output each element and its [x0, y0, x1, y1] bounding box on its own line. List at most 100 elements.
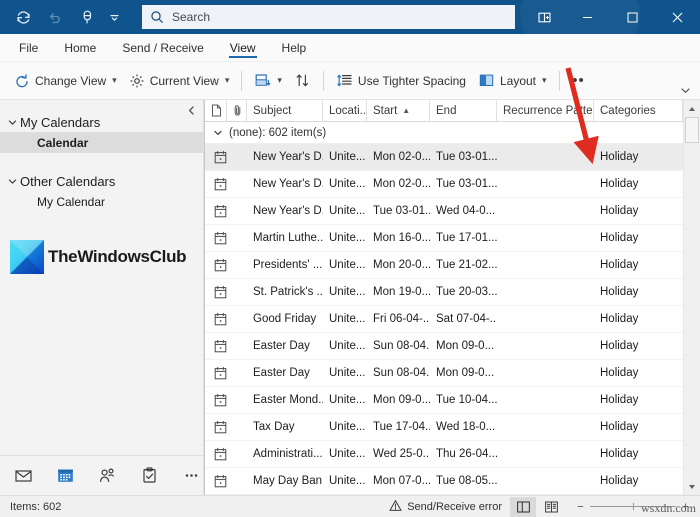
start-cell: Tue 03-01... — [367, 198, 430, 224]
module-navigation-bar — [0, 455, 203, 495]
column-header-row: Subject Locati... Start ▲ End — [205, 100, 683, 122]
table-row[interactable]: Presidents' ...Unite...Mon 20-0...Tue 21… — [205, 252, 683, 279]
appointment-icon — [205, 306, 227, 332]
end-column-header[interactable]: End — [430, 100, 497, 121]
sidebar-item-calendar-label: Calendar — [37, 136, 88, 150]
table-row[interactable]: Easter Mond...Unite...Mon 09-0...Tue 10-… — [205, 387, 683, 414]
location-column-header[interactable]: Locati... — [323, 100, 367, 121]
location-cell: Unite... — [323, 252, 367, 278]
table-row[interactable]: New Year's D...Unite...Mon 02-0...Tue 03… — [205, 171, 683, 198]
layout-button[interactable]: Layout ▾ — [472, 68, 553, 94]
collapse-sidebar-button[interactable] — [183, 102, 199, 118]
table-row[interactable]: St. Patrick's ...Unite...Mon 19-0...Tue … — [205, 279, 683, 306]
start-cell: Mon 16-0... — [367, 225, 430, 251]
table-row[interactable]: New Year's D...Unite...Mon 02-0...Tue 03… — [205, 144, 683, 171]
group-header-row[interactable]: (none): 602 item(s) — [205, 122, 683, 144]
attachment-column-header[interactable] — [227, 100, 247, 121]
maximize-icon[interactable] — [610, 0, 655, 34]
mail-module-icon[interactable] — [12, 464, 36, 488]
vertical-scrollbar[interactable] — [683, 100, 700, 495]
location-cell: Unite... — [323, 441, 367, 467]
tab-send-receive[interactable]: Send / Receive — [109, 34, 216, 61]
categories-cell: Holiday — [594, 171, 683, 197]
end-cell: Mon 09-0... — [430, 333, 497, 359]
window-controls — [523, 0, 700, 34]
restore-down-icon[interactable] — [523, 0, 565, 34]
tab-view[interactable]: View — [217, 34, 269, 61]
location-column-header-label: Locati... — [329, 105, 367, 117]
close-icon[interactable] — [655, 0, 700, 34]
people-module-icon[interactable] — [96, 464, 120, 488]
send-receive-error-button[interactable]: Send/Receive error — [383, 499, 508, 515]
table-row[interactable]: Administrati...Unite...Wed 25-0...Thu 26… — [205, 441, 683, 468]
tab-home[interactable]: Home — [51, 34, 109, 61]
search-icon — [150, 10, 164, 24]
gear-icon — [129, 73, 145, 89]
categories-column-header[interactable]: Categories — [594, 100, 683, 121]
scroll-up-icon[interactable] — [684, 100, 700, 117]
start-cell: Mon 07-0... — [367, 468, 430, 494]
tab-file[interactable]: File — [6, 34, 51, 61]
scroll-down-icon[interactable] — [684, 478, 700, 495]
zoom-out-button[interactable]: − — [576, 501, 585, 513]
table-row[interactable]: Easter DayUnite...Sun 08-04...Mon 09-0..… — [205, 360, 683, 387]
scrollbar-thumb[interactable] — [685, 117, 699, 143]
reading-view-icon[interactable] — [538, 497, 564, 517]
calendar-module-icon[interactable] — [54, 464, 78, 488]
table-row[interactable]: Easter DayUnite...Sun 08-04...Mon 09-0..… — [205, 333, 683, 360]
reverse-sort-button[interactable] — [288, 68, 317, 94]
table-row[interactable]: Good FridayUnite...Fri 06-04-...Sat 07-0… — [205, 306, 683, 333]
start-cell: Mon 20-0... — [367, 252, 430, 278]
tasks-module-icon[interactable] — [137, 464, 161, 488]
start-cell: Sun 08-04... — [367, 360, 430, 386]
more-commands-button[interactable]: •• — [566, 69, 592, 93]
sidebar-item-my-calendar[interactable]: My Calendar — [0, 191, 203, 212]
undo-icon[interactable] — [40, 4, 70, 30]
end-cell: Tue 08-05... — [430, 468, 497, 494]
collapse-ribbon-button[interactable] — [679, 84, 692, 97]
start-column-header-label: Start — [373, 105, 397, 117]
use-tighter-spacing-button[interactable]: Use Tighter Spacing — [330, 68, 472, 94]
normal-view-icon[interactable] — [510, 497, 536, 517]
search-input[interactable]: Search — [142, 5, 515, 29]
touch-mode-icon[interactable] — [72, 4, 102, 30]
table-row[interactable]: New Year's D...Unite...Tue 03-01...Wed 0… — [205, 198, 683, 225]
items-count-label: Items: 602 — [10, 501, 61, 513]
message-preview-icon — [254, 72, 271, 89]
subject-cell: Martin Luthe... — [247, 225, 323, 251]
change-view-button[interactable]: Change View ▾ — [8, 68, 123, 94]
subject-column-header[interactable]: Subject — [247, 100, 323, 121]
appointment-icon — [205, 198, 227, 224]
item-type-column-header[interactable] — [205, 100, 227, 121]
location-cell: Unite... — [323, 279, 367, 305]
scrollbar-track[interactable] — [684, 117, 700, 478]
outlook-window: Search File Home Send / Rece — [0, 0, 700, 517]
location-cell: Unite... — [323, 198, 367, 224]
table-row[interactable]: May Day Ban...Unite...Mon 07-0...Tue 08-… — [205, 468, 683, 495]
minimize-icon[interactable] — [565, 0, 610, 34]
table-row[interactable]: Martin Luthe...Unite...Mon 16-0...Tue 17… — [205, 225, 683, 252]
warning-icon — [389, 499, 402, 515]
start-column-header[interactable]: Start ▲ — [367, 100, 430, 121]
recurrence-cell — [497, 360, 594, 386]
end-cell: Tue 10-04... — [430, 387, 497, 413]
appointment-list-pane: Subject Locati... Start ▲ End — [204, 100, 700, 495]
attachment-cell — [227, 387, 247, 413]
quick-access-more-icon[interactable] — [104, 4, 124, 30]
layout-label: Layout — [500, 74, 536, 88]
recurrence-pattern-column-header[interactable]: Recurrence Pattern — [497, 100, 594, 121]
attachment-cell — [227, 252, 247, 278]
more-modules-icon[interactable] — [179, 464, 203, 488]
change-view-icon — [14, 73, 30, 89]
current-view-button[interactable]: Current View ▾ — [123, 68, 236, 94]
sync-icon[interactable] — [8, 4, 38, 30]
sidebar-item-calendar[interactable]: Calendar — [0, 132, 203, 153]
message-preview-button[interactable]: ▾ — [248, 68, 288, 94]
sort-ascending-icon: ▲ — [402, 106, 410, 115]
group-other-calendars[interactable]: Other Calendars — [0, 171, 203, 191]
appointment-icon — [205, 279, 227, 305]
tab-help[interactable]: Help — [269, 34, 320, 61]
table-row[interactable]: Tax DayUnite...Tue 17-04...Wed 18-0...Ho… — [205, 414, 683, 441]
group-my-calendars[interactable]: My Calendars — [0, 112, 203, 132]
appointment-icon — [205, 333, 227, 359]
